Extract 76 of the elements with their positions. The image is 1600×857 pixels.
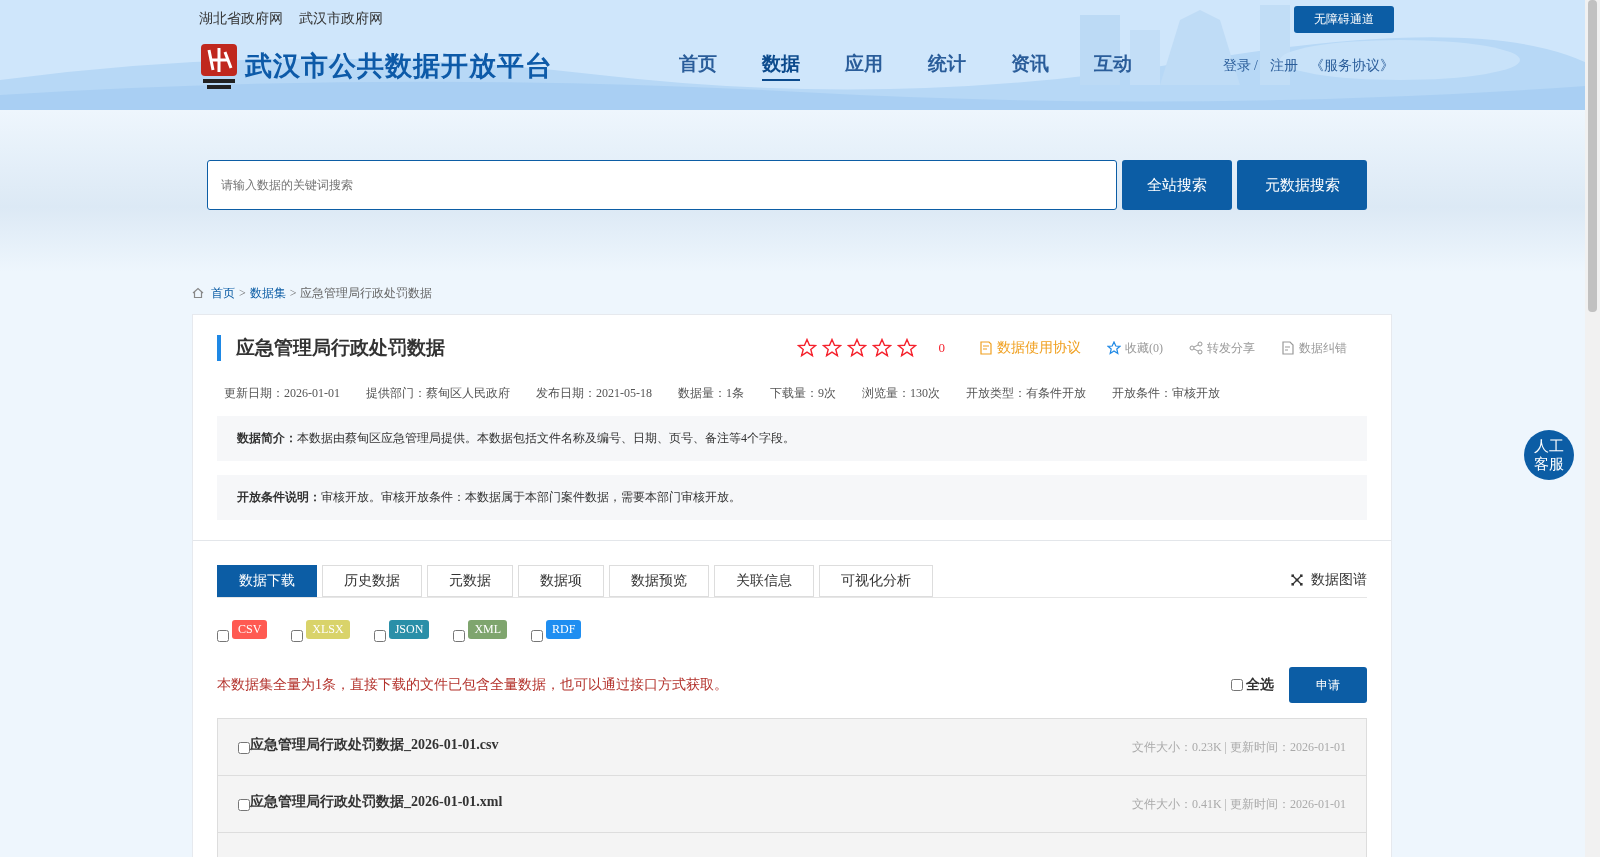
service-button[interactable]: 人工客服 [1524, 430, 1574, 480]
meta-text: 开放条件：审核开放 [1112, 385, 1220, 402]
network-icon [1291, 574, 1303, 586]
rating-count: 0 [938, 340, 945, 356]
format-tag: RDF [546, 620, 582, 639]
note-text: 数据简介：本数据由蔡甸区应急管理局提供。本数据包括文件名称及编号、日期、页号、备注等4个字段。 [237, 430, 796, 447]
star-icon[interactable] [846, 338, 867, 358]
file-name[interactable]: 应急管理局行政处罚数据_2026-01-01.csv [250, 736, 499, 754]
breadcrumb-text: > [239, 285, 246, 301]
nav-item[interactable]: 应用 [845, 50, 883, 81]
star-icon[interactable] [896, 338, 917, 358]
tab[interactable]: 数据预览 [609, 565, 709, 597]
search-button[interactable]: 元数据搜索 [1237, 160, 1367, 210]
star-icon[interactable] [871, 338, 892, 358]
notice-text: 本数据集全量为1条，直接下载的文件已包含全量数据，也可以通过接口方式获取。 [217, 676, 728, 694]
select-all-checkbox[interactable] [1231, 679, 1243, 691]
scrollbar-thumb[interactable] [1588, 0, 1597, 312]
agreement-link[interactable]: 《服务协议》 [1310, 56, 1394, 75]
file-checkbox[interactable] [238, 742, 250, 754]
tab[interactable]: 数据下载 [217, 565, 317, 597]
star-icon[interactable] [796, 338, 817, 358]
tab[interactable]: 历史数据 [322, 565, 422, 597]
scrollbar[interactable] [1585, 0, 1600, 857]
nav-item[interactable]: 互动 [1094, 50, 1132, 81]
breadcrumb-link[interactable]: 数据集 [249, 284, 286, 302]
note-text: 开放条件说明：审核开放。审核开放条件：本数据属于本部门案件数据，需要本部门审核开放。 [237, 489, 742, 506]
share-icon [1189, 341, 1203, 355]
nav-item[interactable]: 首页 [679, 50, 717, 81]
star-icon[interactable] [821, 338, 842, 358]
format-tag: JSON [388, 620, 430, 639]
nav-item[interactable]: 数据 [762, 50, 800, 81]
home-icon [192, 287, 204, 299]
tab[interactable]: 关联信息 [714, 565, 814, 597]
file-info: 文件大小：0.23K | 更新时间：2026-01-01 [1131, 738, 1346, 756]
format-tag: CSV [232, 620, 268, 639]
format-tag: XML [468, 620, 508, 639]
format-tag: XLSX [306, 620, 350, 639]
format-checkbox[interactable] [217, 630, 229, 642]
document-icon [1281, 341, 1295, 355]
tab[interactable]: 可视化分析 [819, 565, 933, 597]
dataset-title: 应急管理局行政处罚数据 [217, 335, 445, 361]
top-link[interactable]: 湖北省政府网 [199, 10, 283, 28]
graph-link[interactable]: 数据图谱 [1291, 571, 1367, 589]
meta-text: 更新日期：2026-01-01 [224, 385, 340, 402]
meta-text: 发布日期：2021-05-18 [536, 385, 652, 402]
tab[interactable]: 元数据 [427, 565, 513, 597]
nav-item[interactable]: 统计 [928, 50, 966, 81]
tab[interactable]: 数据项 [518, 565, 604, 597]
meta-text: 提供部门：蔡甸区人民政府 [366, 385, 510, 402]
meta-text: 数据量：1条 [678, 385, 744, 402]
search-field[interactable]: 请输入数据的关键词搜索 [207, 160, 1117, 210]
file-info: 文件大小：0.41K | 更新时间：2026-01-01 [1131, 795, 1346, 813]
star-icon [1107, 341, 1121, 355]
document-icon [979, 341, 993, 355]
logo-icon [199, 41, 239, 90]
format-checkbox[interactable] [373, 630, 386, 642]
login-link[interactable]: 登录 / [1222, 56, 1258, 75]
meta-text: 浏览量：130次 [862, 385, 940, 402]
apply-button[interactable]: 申请 [1289, 667, 1367, 703]
rating-stars[interactable] [796, 338, 917, 358]
meta-text: 下载量：9次 [770, 385, 836, 402]
accessibility-button[interactable]: 无障碍通道 [1294, 5, 1394, 33]
format-checkbox[interactable] [531, 630, 544, 642]
search-button[interactable]: 全站搜索 [1122, 160, 1232, 210]
top-link[interactable]: 武汉市政府网 [299, 10, 383, 28]
file-name[interactable]: 应急管理局行政处罚数据_2026-01-01.xml [250, 793, 503, 811]
select-all-label: 全选 [1246, 676, 1274, 694]
breadcrumb-text: > 应急管理局行政处罚数据 [289, 284, 432, 302]
register-link[interactable]: 注册 [1270, 56, 1298, 75]
site-title: 武汉市公共数据开放平台 [245, 48, 553, 83]
format-checkbox[interactable] [453, 630, 466, 642]
file-checkbox[interactable] [238, 799, 250, 811]
nav-item[interactable]: 资讯 [1011, 50, 1049, 81]
meta-text: 开放类型：有条件开放 [966, 385, 1086, 402]
breadcrumb-link[interactable]: 首页 [211, 284, 235, 302]
format-checkbox[interactable] [291, 630, 304, 642]
